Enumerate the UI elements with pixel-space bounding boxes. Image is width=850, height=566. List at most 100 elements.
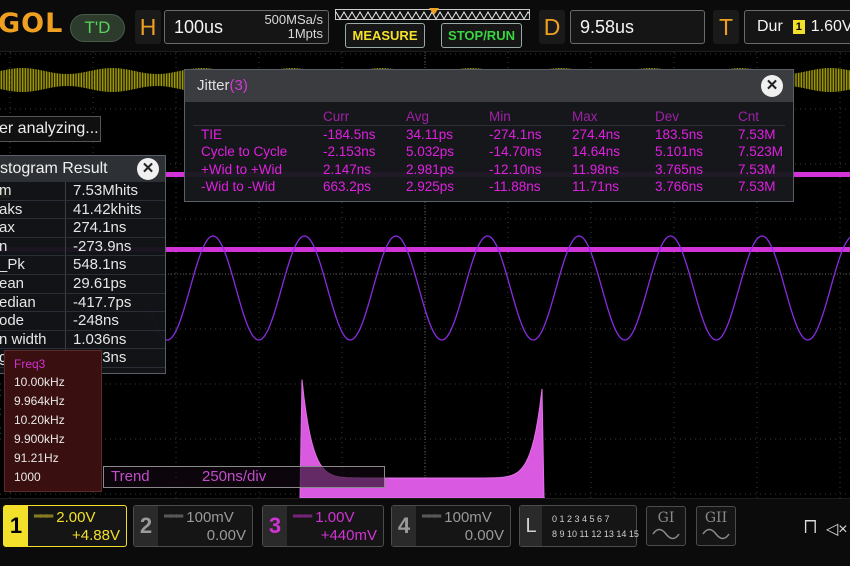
histogram-value: -248ns — [73, 312, 119, 330]
trigger-marker-icon — [429, 8, 439, 15]
jitter-cell: 2.925ps — [406, 179, 455, 195]
freq-value: 1000 — [14, 470, 41, 484]
jitter-cell: 7.53M — [738, 126, 776, 142]
histogram-value: 1.036ns — [73, 330, 127, 348]
jitter-cell: -12.10ns — [489, 161, 542, 177]
jitter-row: +Wid to +Wid 2.147ns 2.981ps -12.10ns 11.98n… — [193, 161, 785, 179]
waveform-display[interactable]: er analyzing... stogram Result ✕ m 7.53Mh… — [0, 52, 850, 498]
trigger-letter[interactable]: T — [713, 10, 739, 44]
horizontal-letter[interactable]: H — [135, 10, 161, 44]
jitter-panel: Jitter(3) ✕ Curr Avg Min Max Dev Cnt TIE -184.5… — [184, 69, 794, 202]
channel-1-number: 1 — [4, 506, 28, 546]
freq-values: 10.00kHz 9.964kHz 10.20kHz 9.900kHz 91.21Hz 1… — [5, 373, 101, 487]
trend-label-box[interactable]: Trend 250ns/div — [103, 466, 385, 488]
speaker-icon[interactable]: ◁× — [826, 519, 848, 539]
histogram-rows: m 7.53Mhits aks 41.42khits ax 274.1ns n -273.9n… — [0, 182, 165, 368]
channel-4-box[interactable]: 4 ═══ 100mV 0.00V — [391, 505, 511, 547]
channel-3-scale: ═══ 1.00V — [293, 509, 355, 526]
histogram-key: edian — [0, 293, 36, 311]
generator-2-button[interactable]: GII — [696, 506, 736, 546]
channel-2-offset: 0.00V — [206, 527, 246, 544]
histogram-value: -417.7ps — [73, 293, 132, 311]
jitter-cell: 11.71ns — [572, 179, 620, 195]
measure-button[interactable]: MEASURE — [345, 23, 425, 48]
histogram-close-icon[interactable]: ✕ — [137, 158, 159, 180]
histogram-value: 548.1ns — [73, 256, 127, 274]
jitter-cell: 3.765ns — [655, 161, 704, 177]
stop-run-button[interactable]: STOP/RUN — [441, 23, 522, 48]
jitter-title: Jitter — [197, 77, 230, 94]
channel-4-scale: ═══ 100mV — [422, 509, 492, 526]
jitter-table: Curr Avg Min Max Dev Cnt TIE -184.5ns 34.11ps -27… — [193, 108, 785, 196]
logic-analyzer-box[interactable]: L 0 1 2 3 4 5 6 7 8 9 10 11 12 13 14 15 — [519, 505, 639, 547]
logic-letter: L — [520, 506, 542, 546]
analyzing-status: er analyzing... — [0, 116, 101, 142]
freq-edge-mark: : — [0, 423, 1, 437]
generator-1-label: GI — [657, 510, 675, 526]
delay-value[interactable]: 9.58us — [570, 10, 705, 44]
channel-1-offset: +4.88V — [72, 527, 120, 544]
dc-coupling-icon: ═══ — [422, 511, 441, 522]
histogram-value: 29.61ps — [73, 274, 127, 292]
waveform-icon[interactable]: ⨅ — [804, 519, 817, 537]
freq-value: 9.964kHz — [14, 394, 65, 408]
jitter-cell: -11.88ns — [489, 179, 541, 195]
dc-coupling-icon: ═══ — [34, 511, 53, 522]
histogram-key: aks — [0, 200, 23, 218]
channel-3-offset: +440mV — [320, 527, 377, 544]
jitter-close-icon[interactable]: ✕ — [761, 75, 783, 97]
channel-bar: 1 ═══ 2.00V +4.88V 2 ═══ 100mV 0.00V 3 ═══… — [0, 498, 850, 566]
jitter-cell: 11.98ns — [572, 161, 620, 177]
jitter-item-name: Cycle to Cycle — [201, 144, 288, 160]
jitter-cell: -184.5ns — [323, 126, 376, 142]
channel-3-number: 3 — [263, 506, 287, 546]
histogram-value: -273.9ns — [73, 237, 132, 255]
jitter-row: TIE -184.5ns 34.11ps -274.1ns 274.4ns 183.5ns… — [193, 126, 785, 144]
freq-value: 10.20kHz — [14, 413, 65, 427]
jitter-cell: 7.53M — [738, 161, 776, 177]
histogram-value: 41.42khits — [73, 200, 142, 218]
freq-value: 10.00kHz — [14, 375, 65, 389]
jitter-column-header: Curr — [323, 109, 350, 124]
channel-3-box[interactable]: 3 ═══ 1.00V +440mV — [262, 505, 384, 547]
jitter-column-header: Min — [489, 109, 511, 124]
generator-2-label: GII — [704, 510, 728, 526]
brand-logo: GOL — [0, 8, 64, 39]
histogram-row: n -273.9ns — [0, 238, 165, 257]
dc-coupling-icon: ═══ — [164, 511, 183, 522]
td-mode-badge[interactable]: T'D — [70, 14, 125, 42]
histogram-row: n width 1.036ns — [0, 331, 165, 350]
jitter-cell: 274.4ns — [572, 126, 621, 142]
channel-2-scale: ═══ 100mV — [164, 509, 234, 526]
logic-channels-low: 0 1 2 3 4 5 6 7 — [552, 514, 610, 524]
generator-1-button[interactable]: GI — [646, 506, 686, 546]
sine-icon — [702, 528, 730, 540]
channel-2-box[interactable]: 2 ═══ 100mV 0.00V — [133, 505, 253, 547]
channel-4-offset: 0.00V — [464, 527, 504, 544]
freq-edge-mark: : — [0, 385, 1, 399]
histogram-key: ean — [0, 274, 25, 292]
timebase-value: 100us — [174, 17, 224, 37]
histogram-key: ode — [0, 312, 25, 330]
histogram-row: ean 29.61ps — [0, 275, 165, 294]
channel-4-number: 4 — [392, 506, 416, 546]
jitter-item-name: TIE — [201, 126, 223, 142]
delay-letter[interactable]: D — [539, 10, 565, 44]
jitter-row: -Wid to -Wid 663.2ps 2.925ps -11.88ns 11.71n… — [193, 178, 785, 196]
trend-label: Trend — [111, 468, 150, 485]
jitter-column-header: Dev — [655, 109, 680, 124]
channel-1-box[interactable]: 1 ═══ 2.00V +4.88V — [3, 505, 127, 547]
channel-1-scale: ═══ 2.00V — [34, 509, 96, 526]
freq-value: 91.21Hz — [14, 451, 59, 465]
jitter-cell: -14.70ns — [489, 144, 542, 160]
jitter-cell: 2.981ps — [406, 161, 455, 177]
histogram-row: ode -248ns — [0, 312, 165, 331]
jitter-column-header: Max — [572, 109, 598, 124]
trigger-settings[interactable]: Dur 1 1.60V — [744, 10, 850, 44]
freq-edge-mark: : — [0, 404, 1, 418]
jitter-cell: 34.11ps — [406, 126, 454, 142]
jitter-item-name: -Wid to -Wid — [201, 179, 276, 195]
jitter-column-header: Avg — [406, 109, 430, 124]
jitter-cell: -274.1ns — [489, 126, 542, 142]
histogram-row: ax 274.1ns — [0, 219, 165, 238]
